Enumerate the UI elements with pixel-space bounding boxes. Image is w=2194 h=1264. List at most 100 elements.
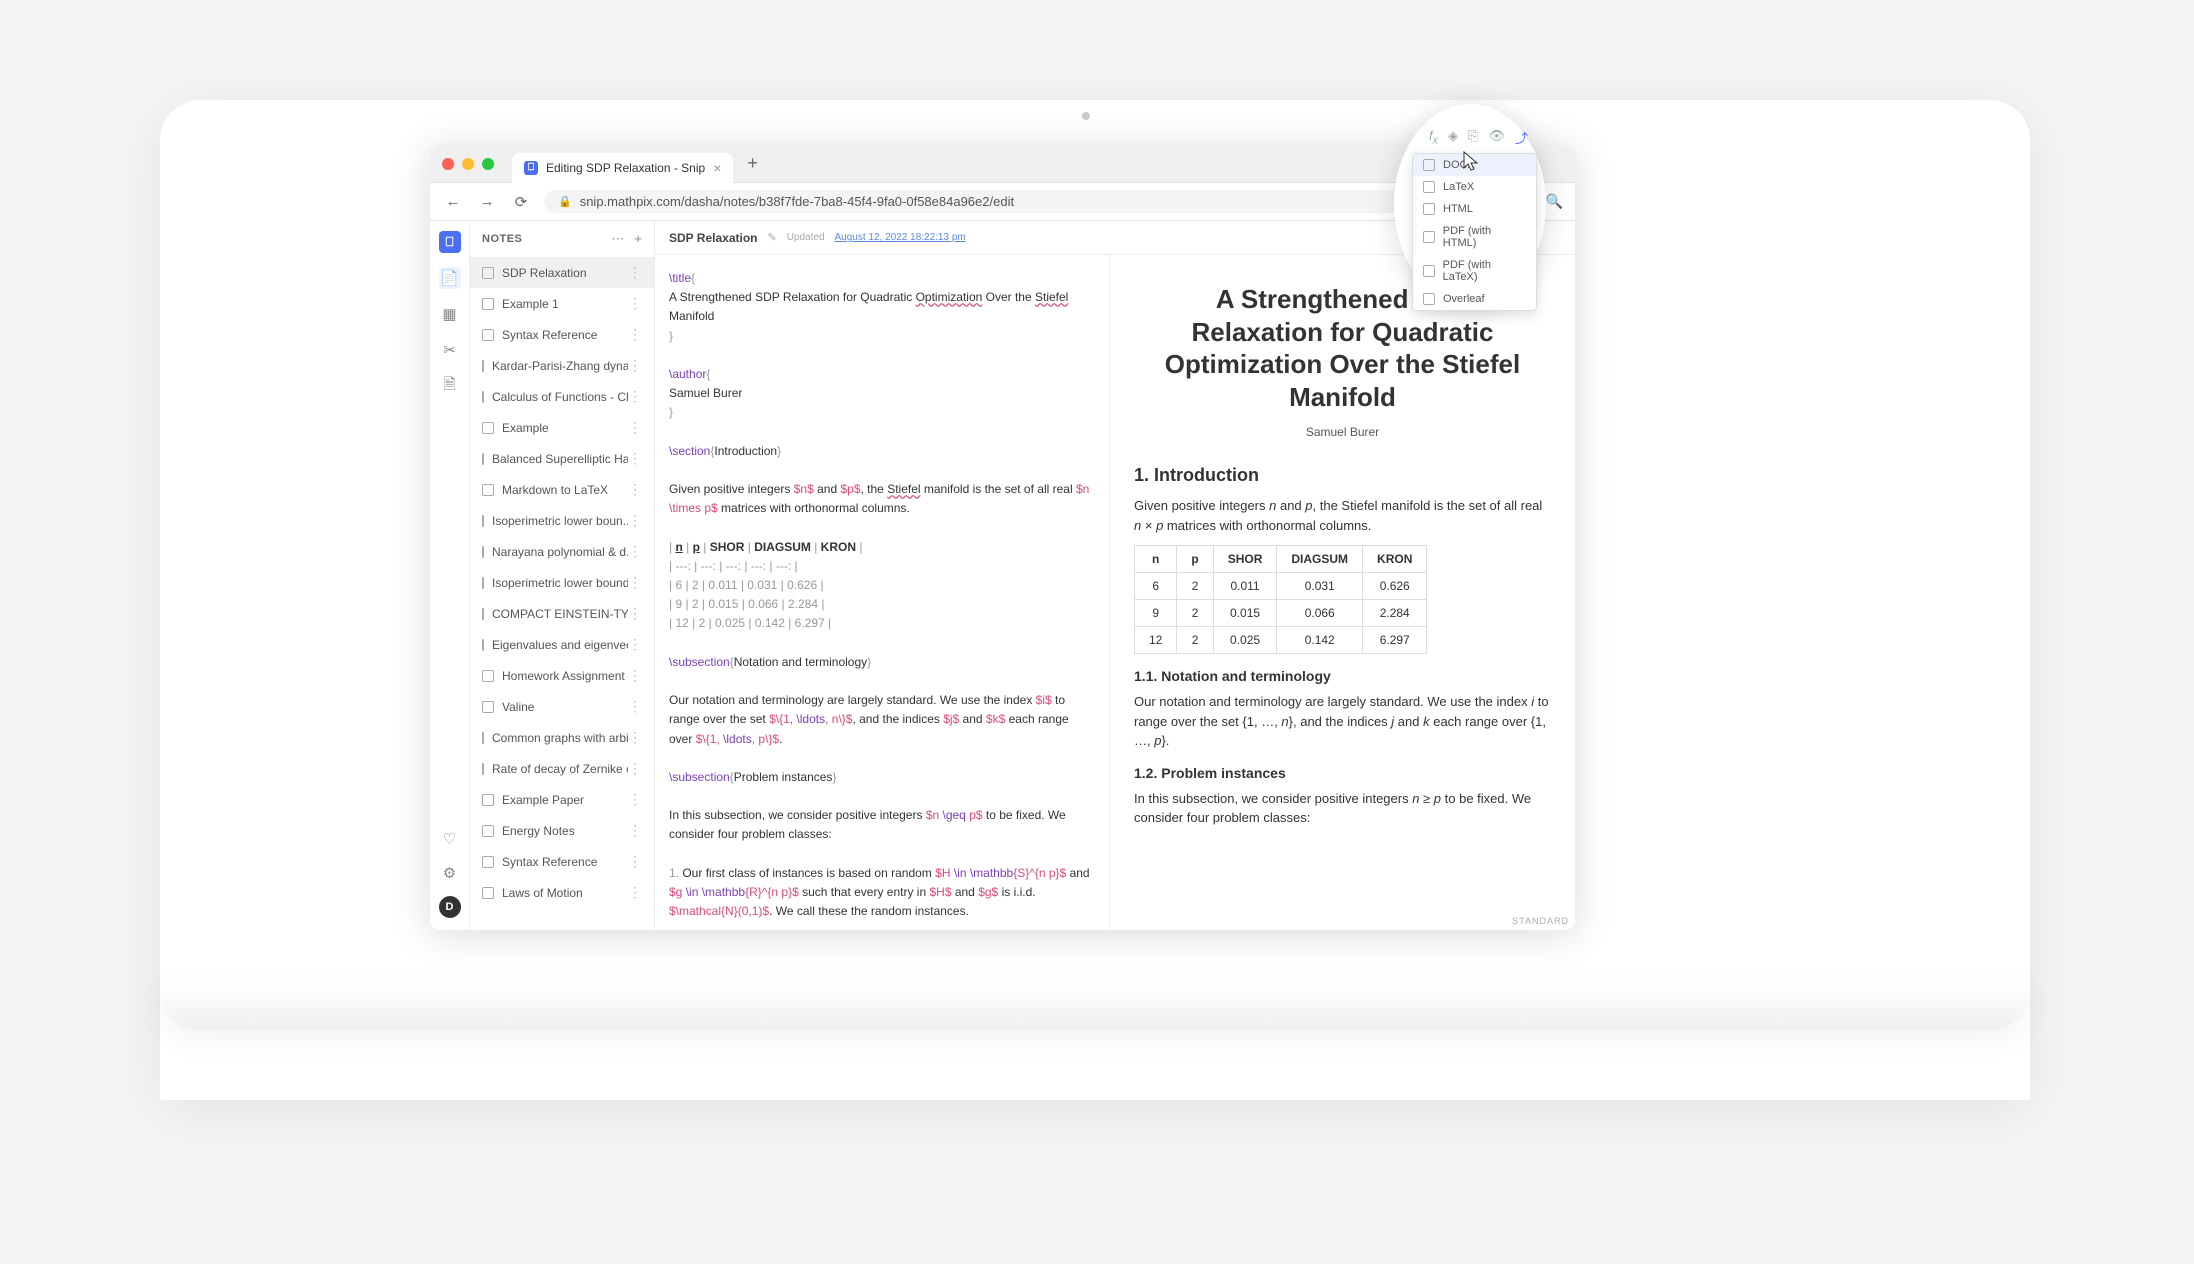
cmd-sub2: \subsection [669, 770, 730, 784]
sidebar-item[interactable]: Rate of decay of Zernike c...⋮ [470, 753, 654, 784]
magnified-export-popover: fx ◈ ⎘ 👁 ⤴ DOCXLaTeXHTMLPDF (with HTML)P… [1394, 104, 1546, 304]
item-more-icon[interactable]: ⋮ [628, 853, 642, 870]
sidebar-item[interactable]: Narayana polynomial & d...⋮ [470, 536, 654, 567]
item-more-icon[interactable]: ⋮ [628, 326, 642, 343]
item-more-icon[interactable]: ⋮ [628, 760, 642, 777]
sidebar-item[interactable]: Calculus of Functions - Ch...⋮ [470, 381, 654, 412]
sub-notation: Notation and terminology [734, 655, 867, 669]
rail-snip-icon[interactable]: ✂ [439, 339, 461, 361]
item-more-icon[interactable]: ⋮ [628, 822, 642, 839]
sidebar-item[interactable]: Common graphs with arbi...⋮ [470, 722, 654, 753]
sidebar-item[interactable]: Homework Assignment⋮ [470, 660, 654, 691]
export-menu-item[interactable]: PDF (with HTML) [1413, 220, 1536, 254]
export-menu: DOCXLaTeXHTMLPDF (with HTML)PDF (with La… [1412, 153, 1537, 311]
copy-icon[interactable]: ⎘ [1468, 128, 1478, 147]
item-more-icon[interactable]: ⋮ [628, 574, 642, 591]
item-more-icon[interactable]: ⋮ [628, 698, 642, 715]
file-type-icon [1423, 293, 1435, 305]
sidebar-item[interactable]: Example⋮ [470, 412, 654, 443]
i1R: {R}^{n p}$ [745, 885, 799, 899]
sidebar-item[interactable]: COMPACT EINSTEIN-TYP...⋮ [470, 598, 654, 629]
doc-icon [482, 329, 494, 341]
doc-icon [482, 608, 484, 620]
sidebar-item[interactable]: Isoperimetric lower bounds⋮ [470, 567, 654, 598]
sidebar-list[interactable]: SDP Relaxation⋮Example 1⋮Syntax Referenc… [470, 257, 654, 930]
reload-icon[interactable]: ⟳ [510, 193, 532, 211]
sidebar-item[interactable]: Energy Notes⋮ [470, 815, 654, 846]
sidebar-item[interactable]: Syntax Reference⋮ [470, 846, 654, 877]
i1d: and [952, 885, 979, 899]
close-tab-icon[interactable]: × [713, 160, 721, 176]
item-more-icon[interactable]: ⋮ [628, 512, 642, 529]
search-in-page-icon[interactable]: 🔍 [1546, 193, 1563, 210]
rail-settings-icon[interactable]: ⚙ [439, 862, 461, 884]
item-more-icon[interactable]: ⋮ [628, 605, 642, 622]
item-more-icon[interactable]: ⋮ [628, 884, 642, 901]
item-more-icon[interactable]: ⋮ [628, 481, 642, 498]
sidebar-more-icon[interactable]: ⋯ [611, 231, 624, 247]
browser-tab[interactable]: ⎕ Editing SDP Relaxation - Snip × [512, 153, 733, 183]
cmd-section: \section [669, 444, 710, 458]
format-icon[interactable]: ◈ [1448, 128, 1458, 147]
close-window-icon[interactable] [442, 158, 454, 170]
sidebar-item[interactable]: Example 1⋮ [470, 288, 654, 319]
notes-sidebar: NOTES ⋯ + SDP Relaxation⋮Example 1⋮Synta… [470, 221, 655, 930]
export-menu-item[interactable]: PDF (with LaTeX) [1413, 254, 1536, 288]
back-icon[interactable]: ← [442, 193, 464, 210]
preview-pane[interactable]: A Strengthened SDP Relaxation for Quadra… [1110, 255, 1575, 930]
rail-notes-icon[interactable]: 📄 [439, 267, 461, 289]
table-row-3: | 12 | 2 | 0.025 | 0.142 | 6.297 | [669, 614, 1095, 633]
export-menu-item[interactable]: Overleaf [1413, 288, 1536, 310]
forward-icon[interactable]: → [476, 193, 498, 210]
fx-icon[interactable]: fx [1429, 128, 1438, 147]
doc-icon [482, 701, 494, 713]
minimize-window-icon[interactable] [462, 158, 474, 170]
sidebar-item[interactable]: Isoperimetric lower boun...⋮ [470, 505, 654, 536]
edit-title-icon[interactable]: ✎ [767, 231, 776, 244]
doc-icon [482, 763, 484, 775]
doc-icon [482, 422, 494, 434]
sidebar-item[interactable]: Laws of Motion⋮ [470, 877, 654, 908]
not-sb: , n\}$ [825, 712, 852, 726]
item-more-icon[interactable]: ⋮ [628, 543, 642, 560]
item-more-icon[interactable]: ⋮ [628, 791, 642, 808]
app-logo[interactable]: ⎕ [439, 231, 461, 253]
sidebar-item[interactable]: Valine⋮ [470, 691, 654, 722]
url-input[interactable]: 🔒 snip.mathpix.com/dasha/notes/b38f7fde-… [544, 190, 1534, 213]
export-menu-item[interactable]: DOCX [1413, 154, 1536, 176]
maximize-window-icon[interactable] [482, 158, 494, 170]
sidebar-item[interactable]: Example Paper⋮ [470, 784, 654, 815]
item-more-icon[interactable]: ⋮ [628, 419, 642, 436]
doc-icon [482, 453, 484, 465]
item-more-icon[interactable]: ⋮ [628, 295, 642, 312]
item-more-icon[interactable]: ⋮ [628, 667, 642, 684]
avatar[interactable]: D [439, 896, 461, 918]
item-more-icon[interactable]: ⋮ [628, 636, 642, 653]
rail-help-icon[interactable]: ♡ [439, 828, 461, 850]
sidebar-add-icon[interactable]: + [634, 231, 642, 247]
item-more-icon[interactable]: ⋮ [628, 264, 642, 281]
sidebar-item[interactable]: Eigenvalues and eigenvec...⋮ [470, 629, 654, 660]
sidebar-item[interactable]: Kardar-Parisi-Zhang dyna...⋮ [470, 350, 654, 381]
sub-problem: Problem instances [734, 770, 833, 784]
intro-stiefel: Stiefel [887, 482, 920, 496]
i1bb: \mathbb [970, 866, 1013, 880]
sidebar-item[interactable]: Syntax Reference⋮ [470, 319, 654, 350]
item-more-icon[interactable]: ⋮ [628, 357, 642, 374]
rail-collections-icon[interactable]: ▦ [439, 303, 461, 325]
sidebar-item[interactable]: Markdown to LaTeX⋮ [470, 474, 654, 505]
rail-files-icon[interactable]: 🗎 [439, 375, 461, 397]
item-more-icon[interactable]: ⋮ [628, 388, 642, 405]
item-more-icon[interactable]: ⋮ [628, 450, 642, 467]
sidebar-item[interactable]: SDP Relaxation⋮ [470, 257, 654, 288]
view-icon[interactable]: 👁 [1488, 128, 1505, 147]
export-menu-item[interactable]: LaTeX [1413, 176, 1536, 198]
item-more-icon[interactable]: ⋮ [628, 729, 642, 746]
export-icon[interactable]: ⤴ [1515, 128, 1528, 147]
cmd-sub1: \subsection [669, 655, 730, 669]
export-menu-item[interactable]: HTML [1413, 198, 1536, 220]
new-tab-button[interactable]: + [747, 153, 758, 174]
sidebar-item[interactable]: Balanced Superelliptic Ha...⋮ [470, 443, 654, 474]
title-text-a: A Strengthened SDP Relaxation for Quadra… [669, 290, 916, 304]
source-editor[interactable]: \title{ A Strengthened SDP Relaxation fo… [655, 255, 1110, 930]
